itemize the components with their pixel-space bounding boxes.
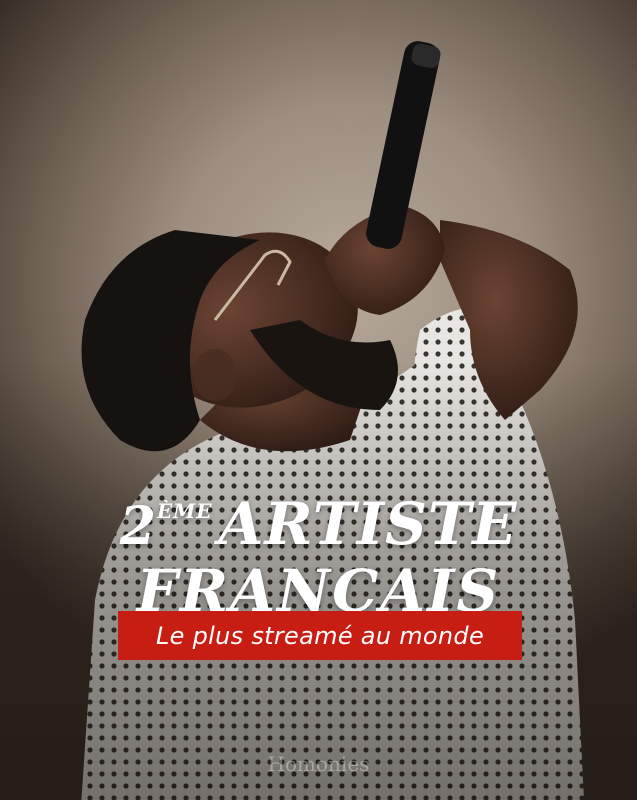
headline-superscript: ÈME bbox=[156, 499, 213, 523]
watermark: Homonies bbox=[267, 752, 370, 776]
headline-number: 2 bbox=[119, 496, 157, 557]
banner-text: Le plus streamé au monde bbox=[155, 621, 485, 650]
headline-line-1: 2ÈME ARTISTE bbox=[0, 480, 637, 558]
poster: 2ÈME ARTISTE FRANÇAIS Le plus streamé au … bbox=[0, 0, 637, 800]
microphone bbox=[366, 41, 440, 249]
ear bbox=[193, 349, 237, 401]
singer-photo bbox=[81, 41, 584, 800]
headline: 2ÈME ARTISTE FRANÇAIS bbox=[0, 480, 637, 622]
headline-word-artiste: ARTISTE bbox=[218, 490, 518, 558]
red-banner: Le plus streamé au monde bbox=[118, 611, 522, 660]
